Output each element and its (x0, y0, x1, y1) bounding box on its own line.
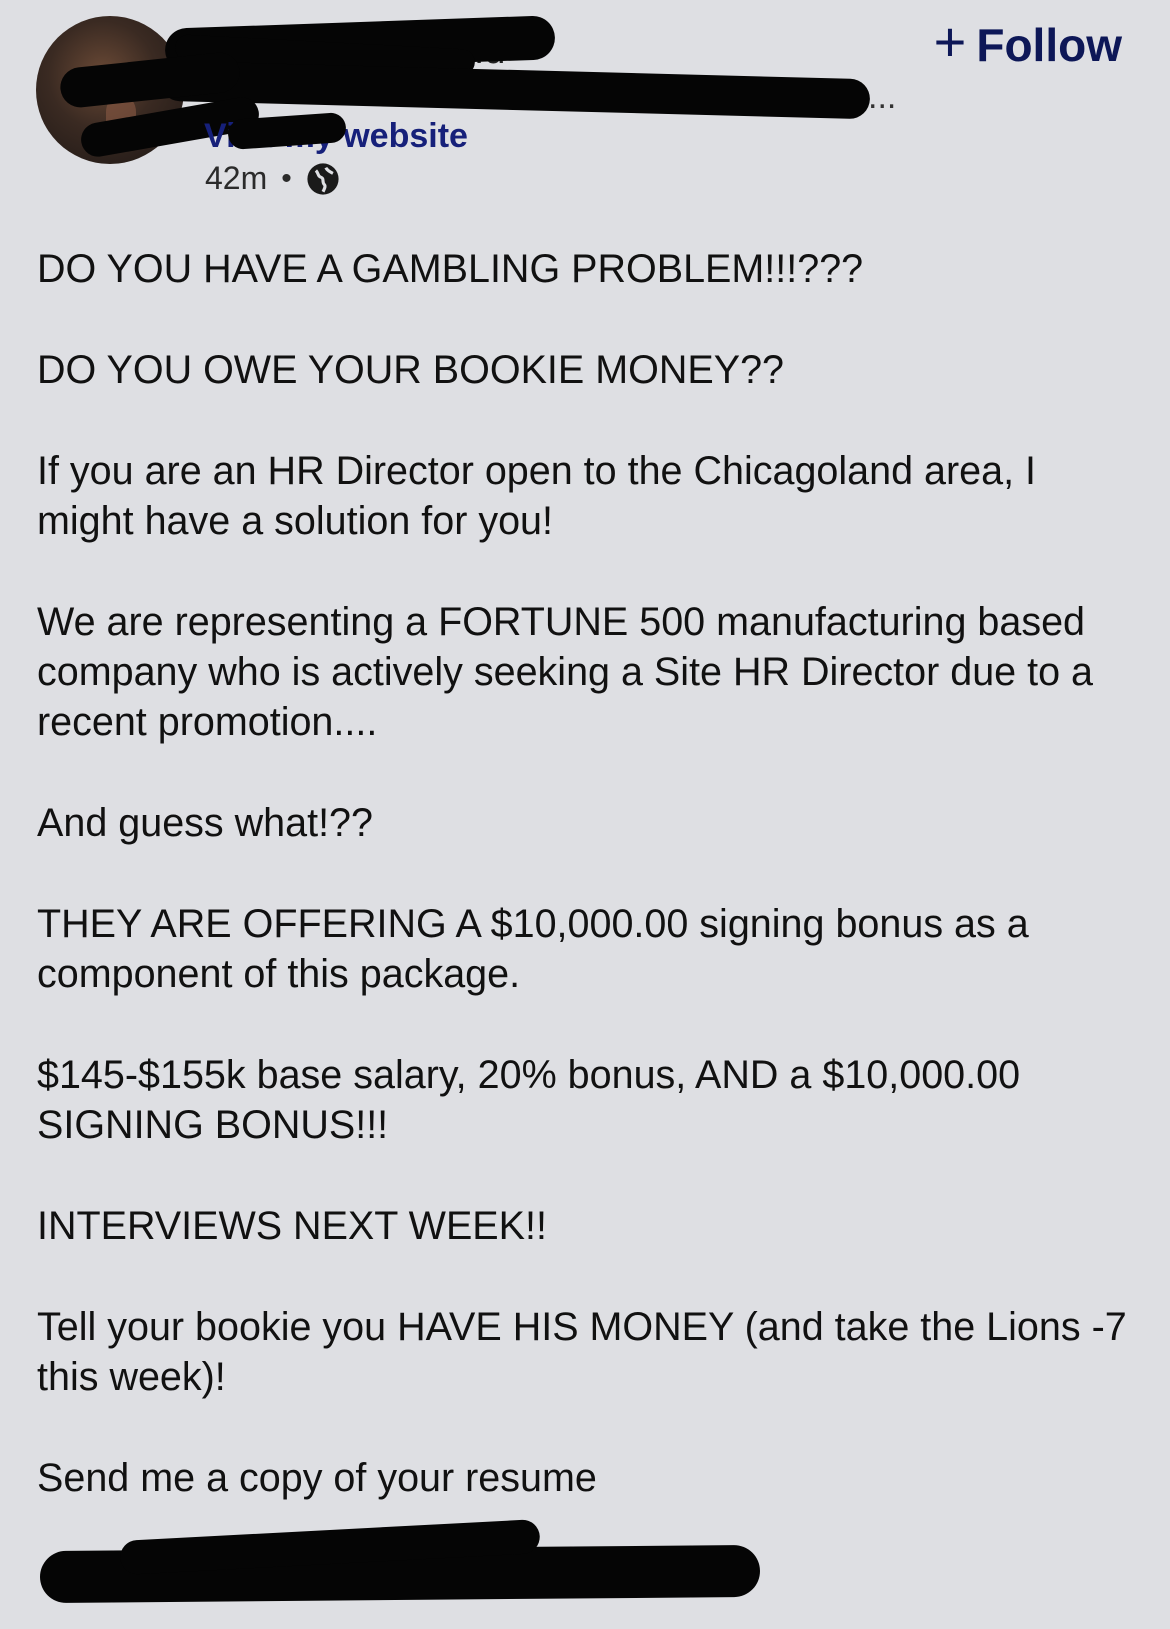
post-paragraph: We are representing a FORTUNE 500 manufa… (37, 600, 1104, 744)
follow-button[interactable]: + Follow (934, 14, 1122, 72)
post-meta: 42m • (205, 160, 340, 197)
redaction-mark-headline (159, 60, 871, 120)
post-paragraph: DO YOU HAVE A GAMBLING PROBLEM!!!??? (37, 247, 864, 291)
post-paragraph: If you are an HR Director open to the Ch… (37, 449, 1048, 543)
globe-icon (307, 162, 339, 195)
post-paragraph: INTERVIEWS NEXT WEEK!! (37, 1204, 547, 1248)
post-text: DO YOU HAVE A GAMBLING PROBLEM!!!??? DO … (37, 244, 1137, 1554)
post-age: 42m (205, 160, 268, 196)
post-paragraph: Tell your bookie you HAVE HIS MONEY (and… (37, 1305, 1138, 1399)
meta-separator: • (281, 161, 292, 195)
headline-ellipsis: ... (868, 78, 897, 116)
follow-label: Follow (976, 19, 1122, 71)
post-paragraph: DO YOU OWE YOUR BOOKIE MONEY?? (37, 348, 785, 392)
post-card: 2nd ... + Follow Visit my website 42m • … (0, 0, 1170, 1629)
post-paragraph: THEY ARE OFFERING A $10,000.00 signing b… (37, 902, 1040, 996)
plus-icon: + (933, 10, 967, 73)
post-paragraph: $145-$155k base salary, 20% bonus, AND a… (37, 1053, 1032, 1147)
post-paragraph: And guess what!?? (37, 801, 373, 845)
post-paragraph: Send me a copy of your resume (37, 1456, 597, 1500)
